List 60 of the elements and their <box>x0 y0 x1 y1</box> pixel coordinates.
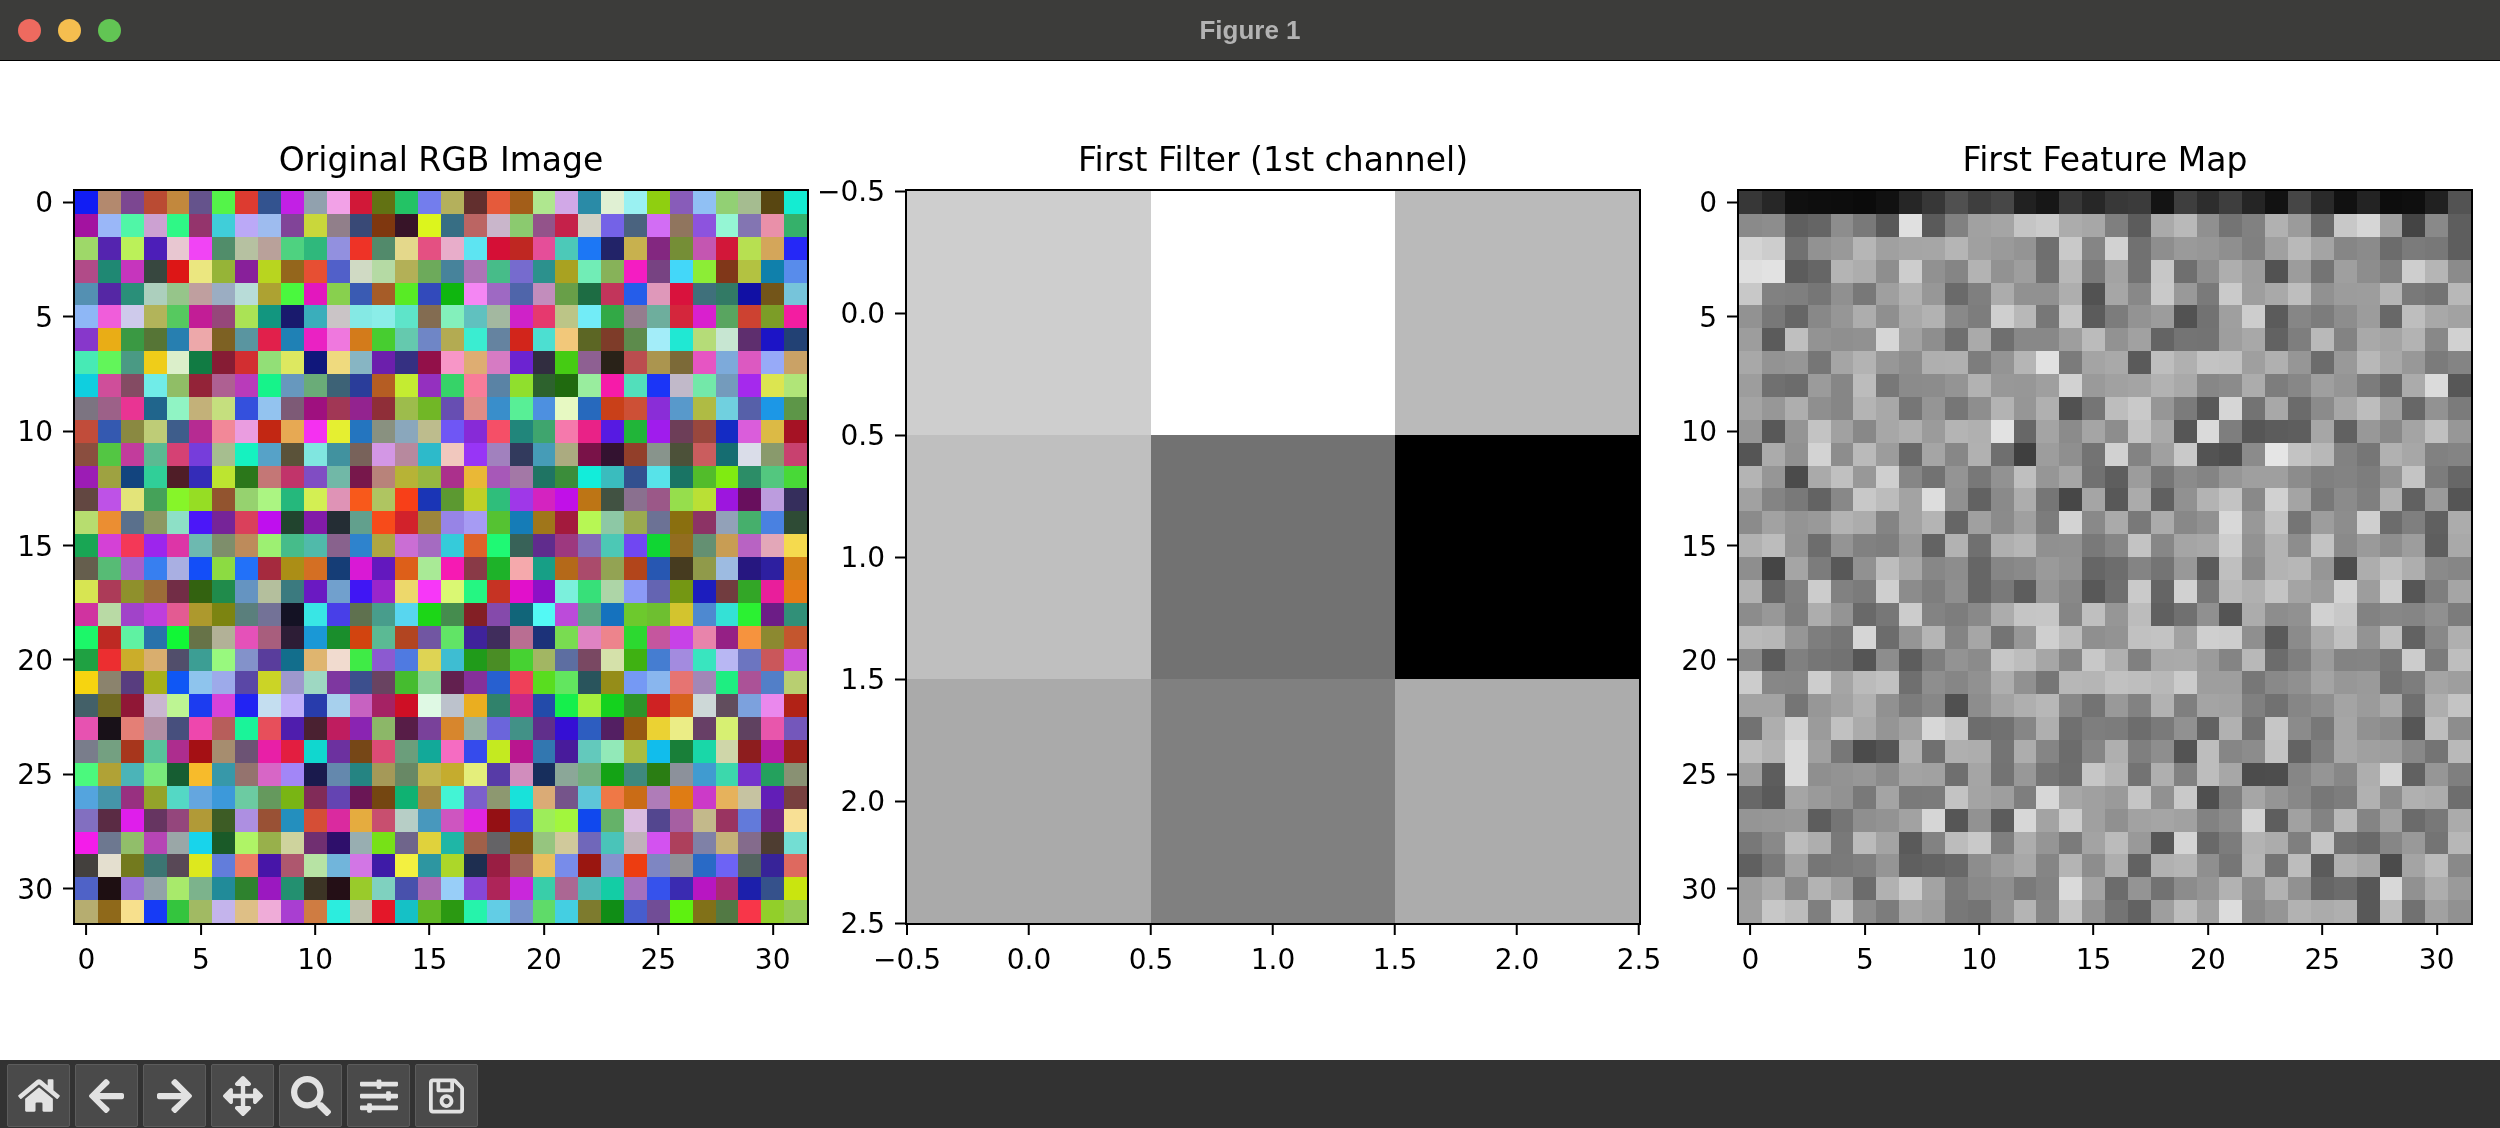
plot-title: Original RGB Image <box>278 141 604 179</box>
tick-label: 25 <box>640 943 677 976</box>
tick-label: 10 <box>1681 414 1717 448</box>
tick-label: 20 <box>2190 943 2226 976</box>
tick-label: 15 <box>1681 529 1717 563</box>
tick-label: 5 <box>35 300 53 334</box>
tick-label: −0.5 <box>873 943 941 976</box>
pan-button[interactable] <box>211 1064 274 1127</box>
maximize-button[interactable] <box>98 18 121 42</box>
back-button[interactable] <box>75 1064 138 1127</box>
tick-label: 0.0 <box>1006 943 1052 976</box>
move-arrows-icon <box>222 1075 263 1116</box>
tick-label: 30 <box>2418 943 2455 976</box>
close-button[interactable] <box>18 18 41 42</box>
tick-label: 15 <box>17 529 53 563</box>
home-button[interactable] <box>7 1064 70 1127</box>
tick-label: 0 <box>35 185 53 219</box>
tick-label: 30 <box>754 943 791 976</box>
tick-label: 25 <box>17 757 53 791</box>
tick-label: 2.5 <box>1616 943 1662 976</box>
tick-label: 1.5 <box>1372 943 1418 976</box>
tick-label: 10 <box>1961 943 1997 976</box>
tick-label: 2.0 <box>1494 943 1540 976</box>
tick-label: 20 <box>526 943 562 976</box>
tick-label: 1.5 <box>840 662 885 696</box>
tick-label: 0.5 <box>1128 943 1174 976</box>
forward-button[interactable] <box>143 1064 206 1127</box>
tick-label: 0 <box>77 943 96 976</box>
configure-button[interactable] <box>347 1064 410 1127</box>
home-icon <box>17 1077 60 1114</box>
tick-label: 25 <box>1681 757 1717 791</box>
tick-label: −0.5 <box>817 174 885 208</box>
zoom-button[interactable] <box>279 1064 342 1127</box>
tick-label: 5 <box>1699 300 1717 334</box>
minimize-button[interactable] <box>58 18 81 42</box>
tick-label: 0 <box>1699 185 1717 219</box>
magnifier-icon <box>290 1075 331 1116</box>
tick-label: 10 <box>17 414 53 448</box>
tick-label: 0.5 <box>840 418 885 452</box>
window-title: Figure 1 <box>1199 15 1301 45</box>
plot-title: First Feature Map <box>1962 141 2248 179</box>
tick-label: 30 <box>17 872 53 906</box>
save-button[interactable] <box>415 1064 478 1127</box>
tick-label: 1.0 <box>1250 943 1296 976</box>
tick-label: 2.5 <box>840 906 885 940</box>
tick-label: 5 <box>1855 943 1874 976</box>
tick-label: 1.0 <box>840 540 885 574</box>
tick-label: 5 <box>191 943 210 976</box>
sliders-icon <box>359 1076 398 1115</box>
tick-label: 0 <box>1741 943 1760 976</box>
plot-title: First Filter (1st channel) <box>1077 141 1469 179</box>
tick-label: 15 <box>2075 943 2112 976</box>
tick-label: 30 <box>1681 872 1717 906</box>
tick-label: 0.0 <box>840 296 885 330</box>
tick-label: 25 <box>2304 943 2341 976</box>
tick-label: 20 <box>1681 643 1717 677</box>
tick-label: 20 <box>17 643 53 677</box>
tick-label: 2.0 <box>840 784 885 818</box>
tick-label: 10 <box>297 943 333 976</box>
tick-label: 15 <box>411 943 448 976</box>
